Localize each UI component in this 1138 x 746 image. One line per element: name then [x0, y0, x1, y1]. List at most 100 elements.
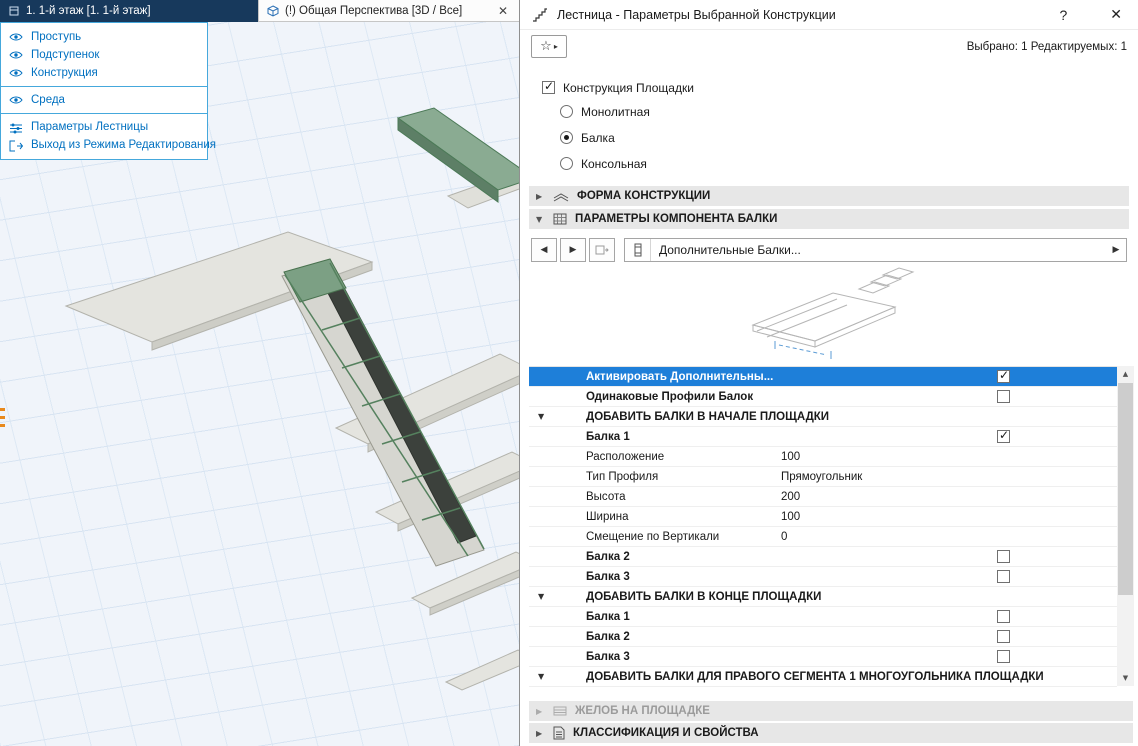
- table-rows: Активировать Дополнительны... Одинаковые…: [529, 366, 1117, 687]
- tab-label: (!) Общая Перспектива [3D / Все]: [285, 5, 462, 17]
- dialog-titlebar: Лестница - Параметры Выбранной Конструкц…: [520, 0, 1138, 30]
- row-value[interactable]: 100: [781, 511, 997, 523]
- tab-close-icon[interactable]: ✕: [495, 4, 511, 18]
- table-row[interactable]: Расположение 100: [529, 447, 1117, 467]
- row-label: Расположение: [586, 451, 781, 463]
- next-page-button[interactable]: ▶: [560, 238, 586, 262]
- group-label: ДОБАВИТЬ БАЛКИ В НАЧАЛЕ ПЛОЩАДКИ: [586, 411, 1117, 423]
- table-group-row[interactable]: ▼ ДОБАВИТЬ БАЛКИ В КОНЦЕ ПЛОЩАДКИ: [529, 587, 1117, 607]
- row-value[interactable]: 100: [781, 451, 997, 463]
- tab-perspective[interactable]: (!) Общая Перспектива [3D / Все] ✕: [258, 0, 519, 22]
- menu-item-structure[interactable]: Конструкция: [1, 64, 207, 82]
- favorites-button[interactable]: ☆ ▸: [531, 35, 567, 58]
- row-checkbox[interactable]: [997, 630, 1010, 643]
- beam-component-icon: [553, 213, 567, 225]
- table-row[interactable]: Высота 200: [529, 487, 1117, 507]
- prev-page-button[interactable]: ◀: [531, 238, 557, 262]
- row-check-cell: [997, 370, 1117, 383]
- section-structure-shape[interactable]: ▶ ФОРМА КОНСТРУКЦИИ: [529, 186, 1129, 206]
- row-label: Балка 3: [586, 651, 781, 663]
- tab-floor-plan[interactable]: 1. 1-й этаж [1. 1-й этаж]: [0, 0, 258, 22]
- row-value[interactable]: 200: [781, 491, 997, 503]
- edge-drag-handle[interactable]: [0, 408, 5, 430]
- beam-page-dropdown[interactable]: Дополнительные Балки... ▶: [624, 238, 1127, 262]
- menu-item-stair-settings[interactable]: Параметры Лестницы: [1, 118, 207, 136]
- transfer-settings-button[interactable]: [589, 238, 615, 262]
- menu-item-label: Параметры Лестницы: [31, 121, 148, 133]
- menu-item-tread[interactable]: Проступь: [1, 28, 207, 46]
- menu-divider: [1, 86, 207, 87]
- menu-item-environment[interactable]: Среда: [1, 91, 207, 109]
- table-row[interactable]: Смещение по Вертикали 0: [529, 527, 1117, 547]
- help-button[interactable]: ?: [1055, 7, 1071, 23]
- scroll-up-icon[interactable]: ▲: [1117, 366, 1134, 382]
- monolithic-radio[interactable]: [560, 105, 573, 118]
- row-value[interactable]: 0: [781, 531, 997, 543]
- row-label: Смещение по Вертикали: [586, 531, 781, 543]
- selection-status: Выбрано: 1 Редактируемых: 1: [967, 41, 1127, 53]
- beam-component-navigator: ◀ ▶ Дополнительные Балки... ▶: [531, 238, 1127, 262]
- document-icon: [553, 726, 565, 740]
- section-classification[interactable]: ▶ КЛАССИФИКАЦИЯ И СВОЙСТВА: [529, 723, 1133, 743]
- chevron-down-icon: ▼: [529, 412, 586, 421]
- beam-radio[interactable]: [560, 131, 573, 144]
- table-row[interactable]: Балка 3: [529, 647, 1117, 667]
- section-label: ЖЕЛОБ НА ПЛОЩАДКЕ: [575, 705, 710, 717]
- close-button[interactable]: ✕: [1106, 7, 1126, 23]
- landing-construction-checkbox[interactable]: [542, 81, 555, 94]
- row-label: Балка 2: [586, 631, 781, 643]
- structure-shape-icon: [553, 190, 569, 202]
- table-row[interactable]: Одинаковые Профили Балок: [529, 387, 1117, 407]
- table-group-row[interactable]: ▼ ДОБАВИТЬ БАЛКИ ДЛЯ ПРАВОГО СЕГМЕНТА 1 …: [529, 667, 1117, 687]
- table-row[interactable]: Балка 1: [529, 607, 1117, 627]
- row-checkbox[interactable]: [997, 390, 1010, 403]
- radio-beam: Балка: [560, 130, 1138, 145]
- table-row[interactable]: Тип Профиля Прямоугольник: [529, 467, 1117, 487]
- row-check-cell: [997, 430, 1117, 443]
- row-label: Балка 1: [586, 431, 781, 443]
- radio-cantilever: Консольная: [560, 156, 1138, 171]
- row-value[interactable]: Прямоугольник: [781, 471, 997, 483]
- row-check-cell: [997, 550, 1117, 563]
- row-checkbox[interactable]: [997, 650, 1010, 663]
- chevron-right-icon: ▶: [536, 729, 545, 738]
- row-check-cell: [997, 390, 1117, 403]
- row-checkbox[interactable]: [997, 570, 1010, 583]
- radio-monolithic: Монолитная: [560, 104, 1138, 119]
- arrow-right-icon: ▶: [570, 245, 577, 255]
- radio-label: Монолитная: [581, 105, 650, 119]
- bottom-sections: ▶ ЖЕЛОБ НА ПЛОЩАДКЕ ▶ КЛАССИФИКАЦИЯ И СВ…: [520, 699, 1133, 743]
- table-row[interactable]: Ширина 100: [529, 507, 1117, 527]
- table-row[interactable]: Балка 1: [529, 427, 1117, 447]
- group-label: ДОБАВИТЬ БАЛКИ В КОНЦЕ ПЛОЩАДКИ: [586, 591, 1117, 603]
- row-checkbox[interactable]: [997, 550, 1010, 563]
- table-scrollbar[interactable]: ▲ ▼: [1117, 366, 1134, 686]
- table-row[interactable]: Балка 2: [529, 547, 1117, 567]
- gutter-icon: [553, 705, 567, 717]
- floor-plan-icon: [8, 5, 20, 17]
- scroll-down-icon[interactable]: ▼: [1117, 670, 1134, 686]
- section-label: ФОРМА КОНСТРУКЦИИ: [577, 190, 710, 202]
- table-row[interactable]: Активировать Дополнительны...: [529, 367, 1117, 387]
- row-checkbox[interactable]: [997, 430, 1010, 443]
- row-label: Активировать Дополнительны...: [586, 371, 781, 383]
- table-row[interactable]: Балка 3: [529, 567, 1117, 587]
- row-checkbox[interactable]: [997, 370, 1010, 383]
- landing-construction-label: Конструкция Площадки: [563, 81, 694, 95]
- stair-structure-settings-dialog: Лестница - Параметры Выбранной Конструкц…: [519, 0, 1138, 746]
- menu-item-exit-edit-mode[interactable]: Выход из Режима Редактирования: [1, 136, 207, 154]
- eye-icon: [9, 50, 23, 60]
- scrollbar-thumb[interactable]: [1118, 383, 1133, 595]
- section-label: КЛАССИФИКАЦИЯ И СВОЙСТВА: [573, 727, 759, 739]
- beam-preview-panel: [520, 266, 1138, 364]
- dialog-toolbar: ☆ ▸ Выбрано: 1 Редактируемых: 1: [520, 30, 1138, 63]
- row-checkbox[interactable]: [997, 610, 1010, 623]
- cantilever-radio[interactable]: [560, 157, 573, 170]
- table-row[interactable]: Балка 2: [529, 627, 1117, 647]
- section-beam-component[interactable]: ▼ ПАРАМЕТРЫ КОМПОНЕНТА БАЛКИ: [529, 209, 1129, 229]
- eye-icon: [9, 68, 23, 78]
- viewport-3d[interactable]: 1. 1-й этаж [1. 1-й этаж] (!) Общая Перс…: [0, 0, 519, 746]
- menu-item-riser[interactable]: Подступенок: [1, 46, 207, 64]
- table-group-row[interactable]: ▼ ДОБАВИТЬ БАЛКИ В НАЧАЛЕ ПЛОЩАДКИ: [529, 407, 1117, 427]
- sheet-arrow-icon: [595, 244, 609, 256]
